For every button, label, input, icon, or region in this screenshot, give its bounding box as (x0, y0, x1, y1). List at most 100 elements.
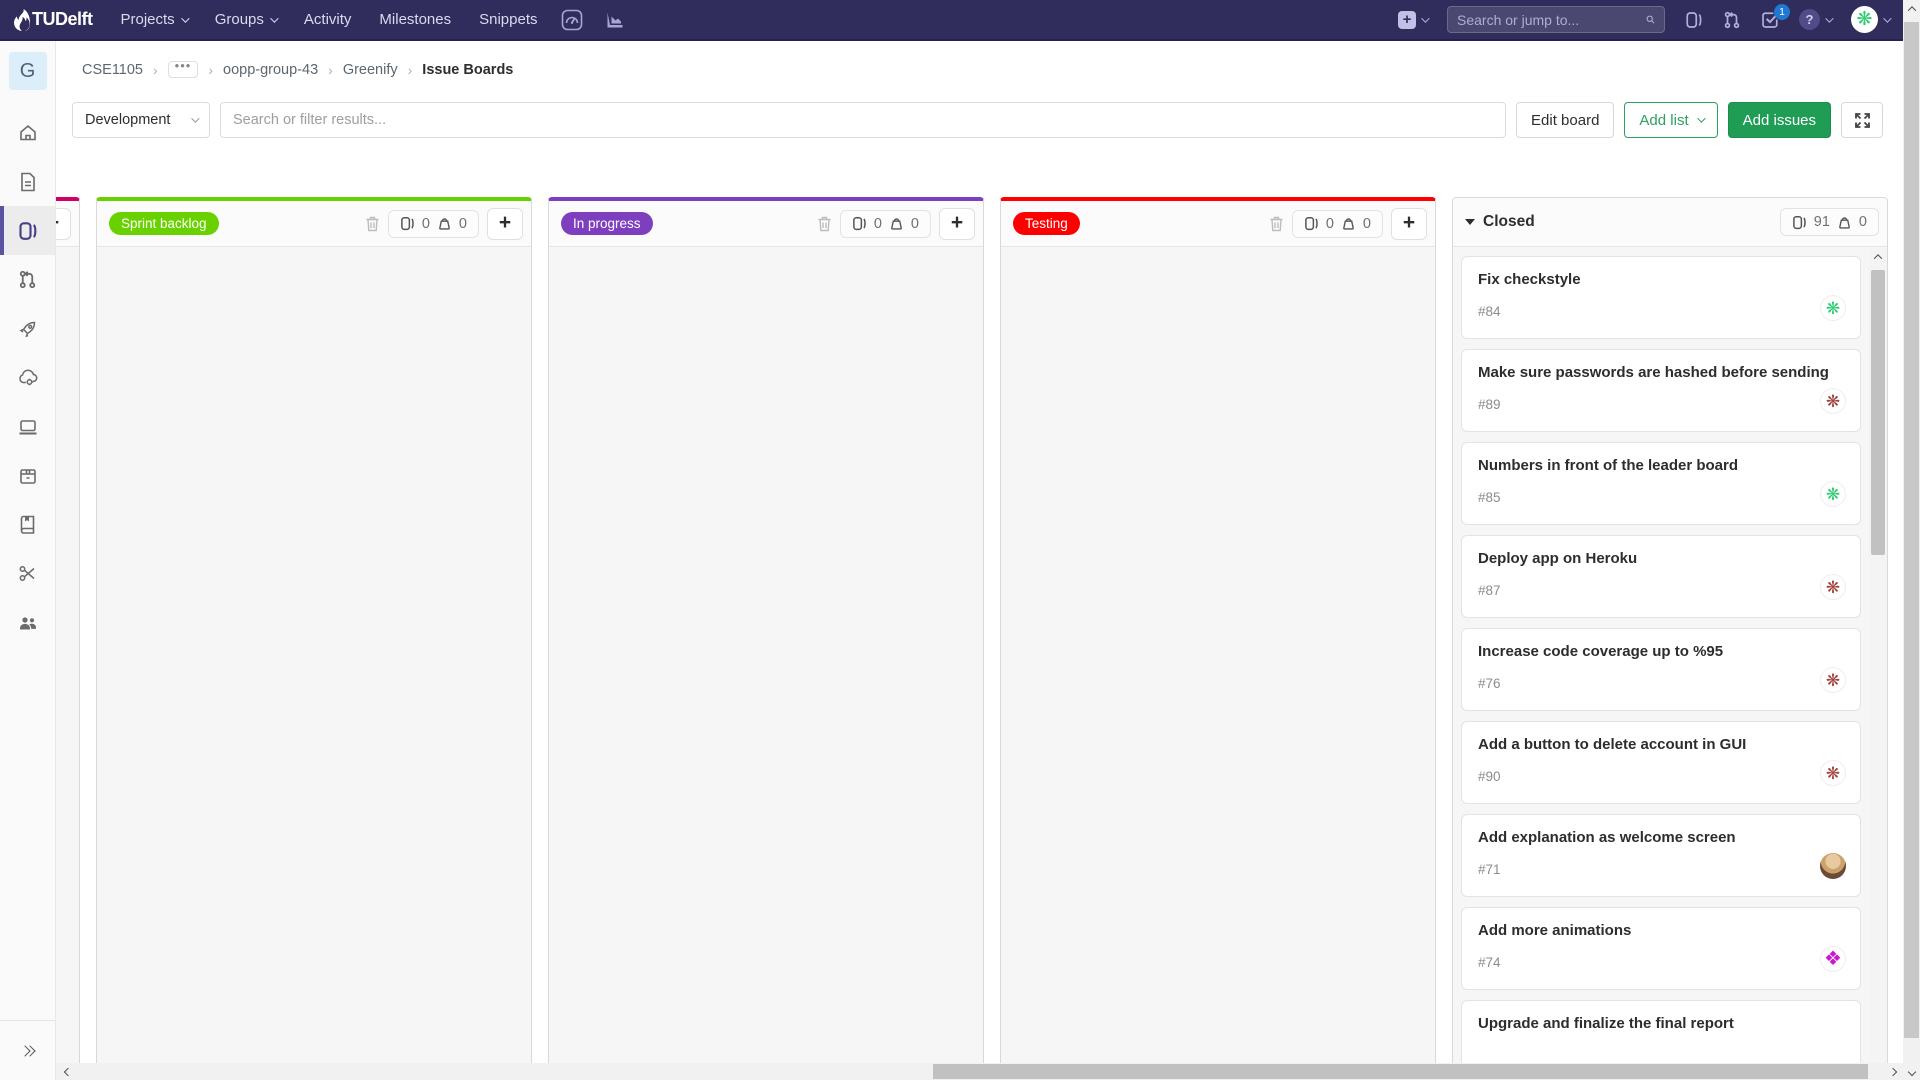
column-label[interactable]: Testing (1013, 212, 1080, 235)
sidebar-item-repository[interactable] (0, 157, 55, 206)
scrollbar-thumb[interactable] (933, 1064, 1868, 1079)
sidebar-item-project-home[interactable] (0, 108, 55, 157)
merge-requests-nav-icon[interactable] (1723, 11, 1741, 29)
assignee-avatar[interactable] (1820, 760, 1846, 786)
assignee-avatar[interactable] (1820, 853, 1846, 879)
sidebar-item-snippets[interactable] (0, 549, 55, 598)
add-list-button[interactable]: Add list (1624, 102, 1717, 138)
weight-icon (889, 216, 904, 231)
issue-id: #71 (1478, 862, 1501, 877)
assignee-avatar[interactable] (1820, 946, 1846, 972)
assignee-avatar[interactable] (1820, 388, 1846, 414)
sidebar-item-issues[interactable] (0, 206, 55, 255)
menu-groups[interactable]: Groups (215, 11, 276, 28)
closed-column-title[interactable]: Closed (1465, 213, 1535, 231)
sidebar-item-operations[interactable] (0, 353, 55, 402)
scrollbar-thumb[interactable] (1904, 22, 1919, 1038)
issue-title[interactable]: Numbers in front of the leader board (1478, 457, 1738, 474)
flame-icon (14, 9, 30, 31)
analytics-chart-icon[interactable] (605, 10, 625, 30)
add-issues-button[interactable]: Add issues (1728, 102, 1831, 138)
issue-title[interactable]: Add explanation as welcome screen (1478, 829, 1736, 846)
breadcrumb-project[interactable]: Greenify (343, 62, 398, 78)
project-avatar[interactable]: G (9, 52, 47, 90)
scroll-up-button[interactable] (1869, 248, 1887, 266)
assignee-avatar[interactable] (1820, 667, 1846, 693)
menu-snippets[interactable]: Snippets (479, 11, 537, 28)
issue-count-icon (852, 216, 867, 231)
issue-count-icon (400, 216, 415, 231)
sidebar-collapse-toggle[interactable] (0, 1020, 55, 1080)
help-menu[interactable]: ? (1799, 9, 1831, 30)
sidebar-item-wiki[interactable] (0, 500, 55, 549)
column-label[interactable]: In progress (561, 212, 653, 235)
breadcrumb-subgroup[interactable]: oopp-group-43 (223, 62, 318, 78)
merge-request-icon (18, 270, 37, 289)
global-search[interactable] (1447, 6, 1665, 33)
menu-activity[interactable]: Activity (304, 11, 352, 28)
issues-nav-icon[interactable] (1685, 11, 1703, 29)
delete-list-button[interactable] (817, 216, 832, 232)
board-filter-input[interactable] (220, 102, 1506, 138)
issue-count-icon (1792, 215, 1807, 230)
issue-card[interactable]: Make sure passwords are hashed before se… (1461, 349, 1861, 432)
package-icon (19, 467, 37, 485)
issue-card[interactable]: Add more animations #74 (1461, 907, 1861, 990)
dashboard-gauge-icon[interactable] (561, 9, 583, 31)
add-issue-to-list-button[interactable]: + (1391, 208, 1427, 240)
sidebar-item-cicd[interactable] (0, 304, 55, 353)
new-menu-button[interactable]: + (1398, 11, 1427, 29)
issue-title[interactable]: Add more animations (1478, 922, 1631, 939)
user-menu[interactable]: ❋ (1851, 6, 1889, 33)
issue-title[interactable]: Deploy app on Heroku (1478, 550, 1637, 567)
breadcrumb-group[interactable]: CSE1105 (82, 62, 143, 78)
scroll-left-button[interactable] (58, 1063, 78, 1080)
issue-card[interactable]: Add a button to delete account in GUI #9… (1461, 721, 1861, 804)
delete-list-button[interactable] (1269, 216, 1284, 232)
fullscreen-button[interactable] (1841, 102, 1883, 138)
add-issue-to-list-button[interactable]: + (56, 208, 71, 240)
assignee-avatar[interactable] (1820, 481, 1846, 507)
breadcrumb-ellipsis[interactable]: ••• (168, 61, 199, 78)
page-vertical-scrollbar[interactable] (1903, 0, 1920, 1080)
issue-card[interactable]: Add explanation as welcome screen #71 (1461, 814, 1861, 897)
add-issue-to-list-button[interactable]: + (487, 208, 523, 240)
issue-card[interactable]: Fix checkstyle #84 (1461, 256, 1861, 339)
monitor-icon (18, 418, 38, 436)
issue-title[interactable]: Fix checkstyle (1478, 271, 1581, 288)
issue-card[interactable]: Deploy app on Heroku #87 (1461, 535, 1861, 618)
board-switcher-dropdown[interactable]: Development (72, 102, 210, 138)
column-label[interactable]: Sprint backlog (109, 212, 219, 235)
issue-title[interactable]: Add a button to delete account in GUI (1478, 736, 1746, 753)
closed-column-scrollbar[interactable] (1869, 248, 1887, 1063)
assignee-avatar[interactable] (1820, 295, 1846, 321)
issue-card[interactable]: Numbers in front of the leader board #85 (1461, 442, 1861, 525)
navbar-shortcut-icons (561, 9, 625, 31)
edit-board-button[interactable]: Edit board (1516, 102, 1614, 138)
issue-id: #89 (1478, 397, 1501, 412)
menu-milestones[interactable]: Milestones (379, 11, 451, 28)
chevron-down-icon (191, 114, 199, 122)
scroll-down-button[interactable] (1903, 1063, 1920, 1080)
issue-title[interactable]: Upgrade and finalize the final report (1478, 1015, 1734, 1032)
sidebar-item-members[interactable] (0, 598, 55, 647)
issue-card[interactable]: Upgrade and finalize the final report (1461, 1000, 1861, 1063)
add-issue-to-list-button[interactable]: + (939, 208, 975, 240)
scrollbar-thumb[interactable] (1871, 270, 1885, 555)
todos-nav-icon[interactable]: 1 (1761, 11, 1779, 29)
sidebar-item-monitor[interactable] (0, 402, 55, 451)
issue-title[interactable]: Make sure passwords are hashed before se… (1478, 364, 1829, 381)
scroll-up-button[interactable] (1903, 0, 1920, 17)
sidebar-item-merge-requests[interactable] (0, 255, 55, 304)
scroll-right-button[interactable] (1883, 1063, 1903, 1080)
issue-title[interactable]: Increase code coverage up to %95 (1478, 643, 1723, 660)
page-horizontal-scrollbar[interactable] (56, 1063, 1903, 1080)
assignee-avatar[interactable] (1820, 574, 1846, 600)
main-menu: Projects Groups Activity Milestones Snip… (121, 11, 538, 28)
sidebar-item-packages[interactable] (0, 451, 55, 500)
tudelft-logo[interactable]: TUDelft (14, 9, 93, 31)
global-search-input[interactable] (1457, 12, 1638, 28)
menu-projects[interactable]: Projects (121, 11, 187, 28)
delete-list-button[interactable] (365, 216, 380, 232)
issue-card[interactable]: Increase code coverage up to %95 #76 (1461, 628, 1861, 711)
